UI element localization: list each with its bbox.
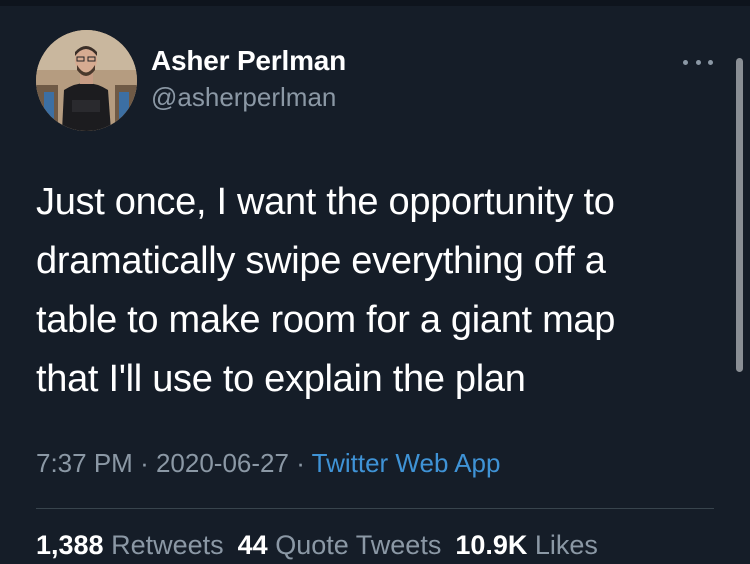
quote-tweets-label: Quote Tweets — [275, 530, 442, 560]
tweet-stats: 1,388 Retweets 44 Quote Tweets 10.9K Likes — [36, 527, 612, 563]
dot-icon — [708, 59, 713, 65]
author-handle[interactable]: @asherperlman — [151, 80, 346, 114]
tweet-text-line: dramatically swipe everything off a — [36, 240, 606, 282]
retweets-count: 1,388 — [36, 530, 104, 560]
avatar-photo — [36, 30, 137, 131]
tweet-date[interactable]: 2020-06-27 — [156, 448, 289, 478]
meta-separator: · — [296, 448, 305, 478]
dot-icon — [695, 59, 701, 65]
likes-label: Likes — [534, 530, 598, 560]
retweets-label: Retweets — [111, 530, 224, 560]
likes-count: 10.9K — [455, 530, 528, 560]
tweet-text-line: Just once, I want the opportunity to — [36, 181, 615, 223]
tweet-time[interactable]: 7:37 PM — [36, 448, 133, 478]
likes-stat[interactable]: 10.9K Likes — [455, 530, 598, 560]
tweet-metadata: 7:37 PM · 2020-06-27 · Twitter Web App — [36, 445, 500, 481]
quote-tweets-count: 44 — [237, 530, 268, 560]
tweet-text-line: that I'll use to explain the plan — [36, 358, 526, 400]
tweet-source-link[interactable]: Twitter Web App — [312, 448, 501, 478]
meta-separator: · — [140, 448, 149, 478]
dot-icon — [683, 59, 688, 65]
more-options-icon[interactable] — [683, 52, 713, 72]
retweets-stat[interactable]: 1,388 Retweets — [36, 530, 224, 560]
quote-tweets-stat[interactable]: 44 Quote Tweets — [238, 530, 442, 560]
tweet-text: Just once, I want the opportunity to dra… — [36, 173, 726, 409]
author-name[interactable]: Asher Perlman — [151, 44, 346, 78]
avatar[interactable] — [36, 30, 137, 131]
tweet-text-line: table to make room for a giant map — [36, 299, 616, 341]
top-edge — [0, 0, 750, 6]
scrollbar[interactable] — [736, 58, 743, 372]
divider — [36, 508, 714, 509]
author-block[interactable]: Asher Perlman @asherperlman — [151, 44, 346, 114]
